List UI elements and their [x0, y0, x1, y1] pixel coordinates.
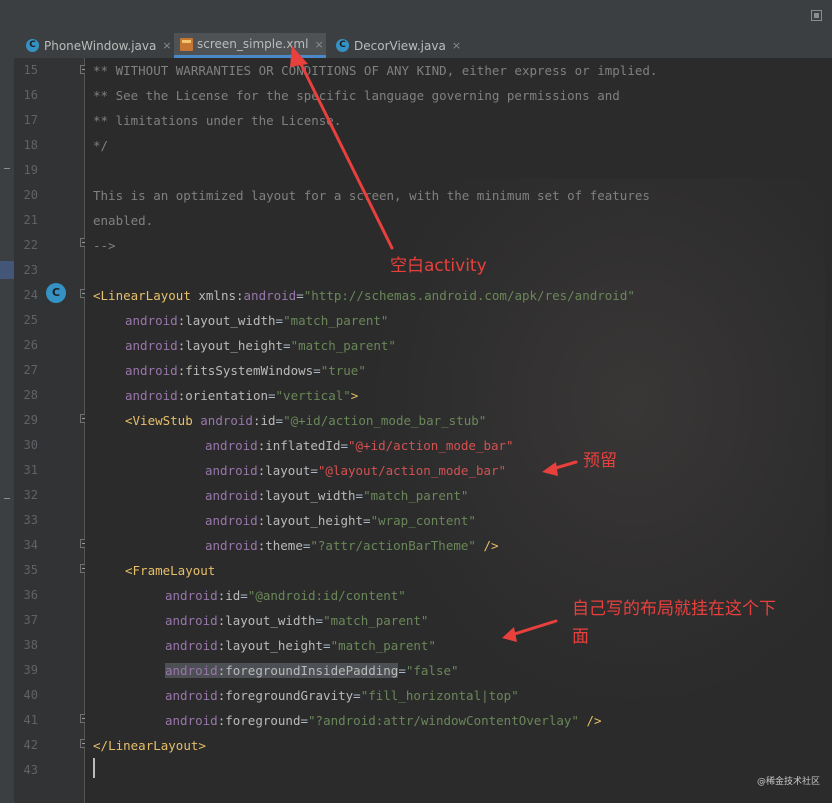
- line-number: 38: [23, 638, 38, 652]
- xml-tag: LinearLayout: [100, 288, 191, 303]
- line-number: 20: [23, 188, 38, 202]
- code-line-20: This is an optimized layout for a screen…: [93, 188, 650, 203]
- line-number: 33: [23, 513, 38, 527]
- line-number: 18: [23, 138, 38, 152]
- line-number: 25: [23, 313, 38, 327]
- line-number: 21: [23, 213, 38, 227]
- line-number: 27: [23, 363, 38, 377]
- code-line-35: <FrameLayout: [125, 563, 216, 578]
- line-number: 26: [23, 338, 38, 352]
- xml-tag: LinearLayout: [108, 738, 199, 753]
- annotation-own-layout-line1: 自己写的布局就挂在这个下: [572, 599, 776, 619]
- line-number: 36: [23, 588, 38, 602]
- annotation-blank-activity: 空白activity: [390, 256, 487, 276]
- code-line-38: android:layout_height="match_parent": [165, 638, 436, 653]
- line-number: 41: [23, 713, 38, 727]
- line-number: 29: [23, 413, 38, 427]
- line-number: 30: [23, 438, 38, 452]
- code-line-27: android:fitsSystemWindows="true": [125, 363, 366, 378]
- java-class-icon: C: [26, 39, 39, 52]
- tool-window-highlight[interactable]: [0, 261, 14, 279]
- java-class-icon: C: [336, 39, 349, 52]
- divider: [4, 498, 10, 499]
- code-editor[interactable]: ** WITHOUT WARRANTIES OR CONDITIONS OF A…: [85, 58, 832, 803]
- line-number: 15: [23, 63, 38, 77]
- line-number: 23: [23, 263, 38, 277]
- class-gutter-badge-icon[interactable]: C: [46, 283, 66, 303]
- annotation-own-layout-line2: 面: [572, 627, 589, 647]
- text-caret: [93, 758, 95, 778]
- code-line-25: android:layout_width="match_parent": [125, 313, 389, 328]
- line-number: 37: [23, 613, 38, 627]
- line-number: 43: [23, 763, 38, 777]
- line-number: 42: [23, 738, 38, 752]
- line-number: 34: [23, 538, 38, 552]
- code-line-21: enabled.: [93, 213, 154, 228]
- tab-decorview-java[interactable]: C DecorView.java ×: [330, 33, 470, 58]
- annotation-reserved: 预留: [583, 451, 617, 471]
- code-line-29: <ViewStub android:id="@+id/action_mode_b…: [125, 413, 487, 428]
- line-number: 32: [23, 488, 38, 502]
- tab-screen-simple-xml[interactable]: screen_simple.xml ×: [174, 33, 326, 58]
- line-number: 16: [23, 88, 38, 102]
- code-line-42: </LinearLayout>: [93, 738, 206, 753]
- code-line-39: android:foregroundInsidePadding="false": [165, 663, 459, 678]
- close-icon[interactable]: ×: [314, 38, 323, 51]
- close-icon[interactable]: ×: [452, 39, 461, 52]
- code-line-22: -->: [93, 238, 116, 253]
- xml-tag: ViewStub: [132, 413, 193, 428]
- editor-tab-bar: C PhoneWindow.java × screen_simple.xml ×…: [0, 33, 832, 59]
- code-line-33: android:layout_height="wrap_content": [205, 513, 476, 528]
- line-number: 39: [23, 663, 38, 677]
- tab-label: screen_simple.xml: [197, 37, 309, 51]
- code-line-18: */: [93, 138, 109, 153]
- code-line-26: android:layout_height="match_parent": [125, 338, 396, 353]
- line-number: 24: [23, 288, 38, 302]
- line-number: 17: [23, 113, 38, 127]
- code-line-32: android:layout_width="match_parent": [205, 488, 469, 503]
- xml-file-icon: [180, 37, 193, 51]
- code-line-30: android:inflatedId="@+id/action_mode_bar…: [205, 438, 514, 453]
- code-line-36: android:id="@android:id/content": [165, 588, 406, 603]
- line-number: 22: [23, 238, 38, 252]
- line-number: 19: [23, 163, 38, 177]
- left-tool-strip: [0, 58, 14, 803]
- xml-tag: FrameLayout: [132, 563, 216, 578]
- code-line-31: android:layout="@layout/action_mode_bar": [205, 463, 507, 478]
- code-line-41: android:foreground="?android:attr/window…: [165, 713, 602, 728]
- code-line-17: ** limitations under the License.: [93, 113, 342, 128]
- tab-label: DecorView.java: [354, 38, 446, 53]
- code-line-16: ** See the License for the specific lang…: [93, 88, 620, 103]
- line-number: 28: [23, 388, 38, 402]
- close-icon[interactable]: ×: [162, 39, 171, 52]
- tab-phonewindow-java[interactable]: C PhoneWindow.java ×: [20, 33, 172, 58]
- code-line-24: <LinearLayout xmlns:android="http://sche…: [93, 288, 635, 303]
- line-number: 31: [23, 463, 38, 477]
- code-line-37: android:layout_width="match_parent": [165, 613, 429, 628]
- code-line-15: ** WITHOUT WARRANTIES OR CONDITIONS OF A…: [93, 63, 658, 78]
- watermark: @稀金技术社区: [756, 777, 820, 787]
- restore-window-icon[interactable]: [811, 10, 822, 21]
- window-top-strip: [0, 0, 832, 33]
- line-number: 40: [23, 688, 38, 702]
- divider: [4, 168, 10, 169]
- code-line-28: android:orientation="vertical">: [125, 388, 359, 403]
- code-line-40: android:foregroundGravity="fill_horizont…: [165, 688, 519, 703]
- line-number: 35: [23, 563, 38, 577]
- code-line-34: android:theme="?attr/actionBarTheme" />: [205, 538, 499, 553]
- tab-label: PhoneWindow.java: [44, 38, 157, 53]
